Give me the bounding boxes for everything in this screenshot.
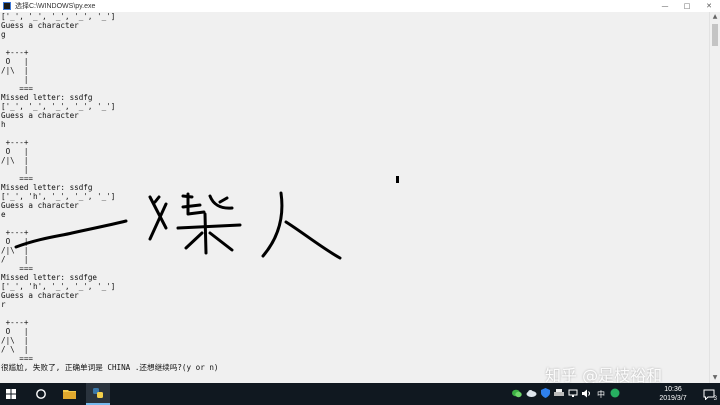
console-line: /|\ | bbox=[1, 336, 29, 345]
console-line: O | bbox=[1, 57, 29, 66]
console-line: Missed letter: ssdfg bbox=[1, 93, 93, 102]
folder-icon bbox=[62, 390, 76, 399]
vertical-scrollbar[interactable]: ▲ ▼ bbox=[709, 12, 720, 383]
console-line: +---+ bbox=[1, 318, 29, 327]
console-line: Guess a character bbox=[1, 111, 79, 120]
console-line: O | bbox=[1, 237, 29, 246]
console-line: +---+ bbox=[1, 138, 29, 147]
printer-icon[interactable] bbox=[552, 388, 566, 400]
notification-count: 3 bbox=[713, 396, 717, 402]
console-line: | bbox=[1, 165, 29, 174]
clock-date: 2019/3/7 bbox=[659, 395, 687, 402]
console-line: === bbox=[1, 264, 34, 273]
minimize-button[interactable]: — bbox=[654, 0, 676, 12]
volume-icon[interactable] bbox=[580, 389, 594, 400]
scroll-up-arrow-icon[interactable]: ▲ bbox=[710, 12, 720, 22]
console-line: O | bbox=[1, 147, 29, 156]
shield-icon[interactable] bbox=[538, 388, 552, 400]
console-line: g bbox=[1, 30, 6, 39]
wechat-icon[interactable] bbox=[510, 389, 524, 400]
scroll-down-arrow-icon[interactable]: ▼ bbox=[710, 373, 720, 383]
window-controls: — □ ✕ bbox=[654, 0, 720, 12]
python-icon bbox=[93, 388, 103, 398]
console-line: === bbox=[1, 84, 34, 93]
taskbar-python-app[interactable] bbox=[86, 383, 110, 405]
taskbar: 中 10:36 2019/3/7 3 bbox=[0, 383, 720, 405]
taskbar-file-explorer[interactable] bbox=[58, 383, 80, 405]
clock-time: 10:36 bbox=[664, 386, 682, 393]
console-line: /|\ | bbox=[1, 156, 29, 165]
console-line: e bbox=[1, 210, 6, 219]
taskbar-clock[interactable]: 10:36 2019/3/7 bbox=[652, 385, 694, 403]
console-line: ['_', 'h', '_', '_', '_'] bbox=[1, 192, 116, 201]
console-line: === bbox=[1, 174, 34, 183]
console-line: / | bbox=[1, 255, 29, 264]
console-line: Guess a character bbox=[1, 291, 79, 300]
search-button[interactable] bbox=[30, 383, 52, 405]
console-line: / \ | bbox=[1, 345, 29, 354]
title-bar[interactable]: 选择C:\WINDOWS\py.exe — □ ✕ bbox=[0, 0, 720, 12]
console-line: ['_', '_', '_', '_', '_'] bbox=[1, 102, 116, 111]
scroll-thumb[interactable] bbox=[712, 24, 718, 46]
console-line: ['_', '_', '_', '_', '_'] bbox=[1, 12, 116, 21]
start-button[interactable] bbox=[0, 383, 22, 405]
close-button[interactable]: ✕ bbox=[698, 0, 720, 12]
console-line: Missed letter: ssdfge bbox=[1, 273, 98, 282]
console-line: Guess a character bbox=[1, 201, 79, 210]
windows-logo-icon bbox=[6, 389, 16, 399]
notification-center-button[interactable]: 3 bbox=[698, 383, 720, 405]
console-line: Guess a character bbox=[1, 21, 79, 30]
console-line: +---+ bbox=[1, 228, 29, 237]
console-line: /|\ | bbox=[1, 66, 29, 75]
console-line: /|\ | bbox=[1, 246, 29, 255]
console-line: Missed letter: ssdfg bbox=[1, 183, 93, 192]
console-line: h bbox=[1, 120, 6, 129]
green-app-icon[interactable] bbox=[608, 388, 622, 400]
console-line: | bbox=[1, 75, 29, 84]
cloud-icon[interactable] bbox=[524, 389, 538, 399]
system-tray: 中 bbox=[510, 383, 622, 405]
ime-indicator[interactable]: 中 bbox=[594, 389, 608, 400]
console-line: O | bbox=[1, 327, 29, 336]
maximize-button[interactable]: □ bbox=[676, 0, 698, 12]
console-line: r bbox=[1, 300, 6, 309]
search-icon bbox=[36, 389, 46, 399]
network-icon[interactable] bbox=[566, 389, 580, 400]
console-line: ['_', 'h', '_', '_', '_'] bbox=[1, 282, 116, 291]
window-title: 选择C:\WINDOWS\py.exe bbox=[15, 3, 96, 10]
console-line: +---+ bbox=[1, 48, 29, 57]
console-app-icon bbox=[3, 2, 11, 10]
console-output[interactable]: ['_', '_', '_', '_', '_'] Guess a charact… bbox=[0, 12, 709, 383]
